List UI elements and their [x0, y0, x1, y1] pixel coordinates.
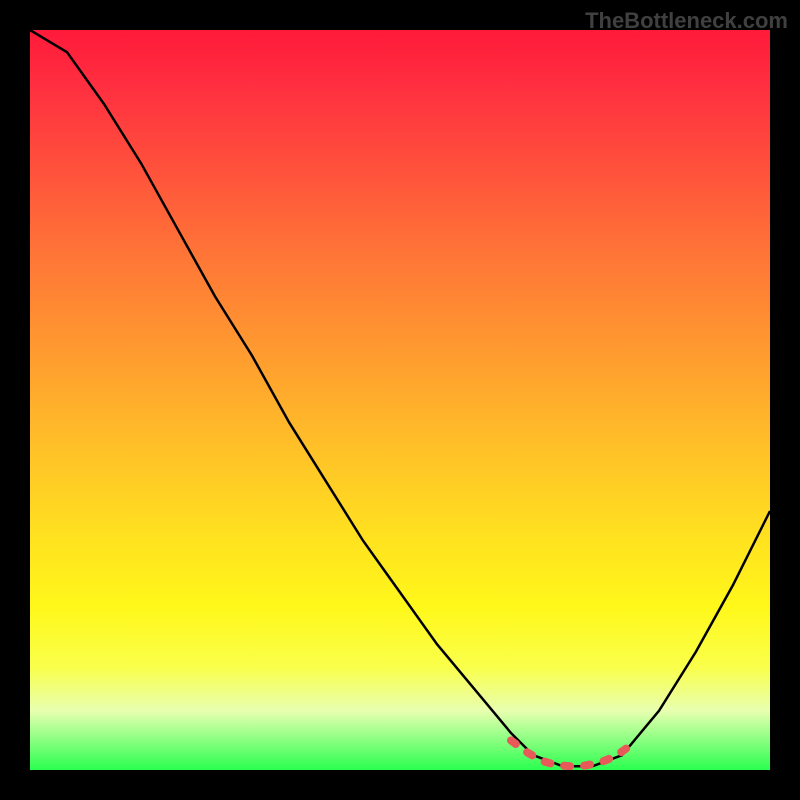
- chart-svg: [30, 30, 770, 770]
- bottleneck-curve-line: [30, 30, 770, 766]
- watermark-text: TheBottleneck.com: [585, 8, 788, 34]
- valley-highlight-line: [511, 740, 629, 766]
- chart-plot-area: [30, 30, 770, 770]
